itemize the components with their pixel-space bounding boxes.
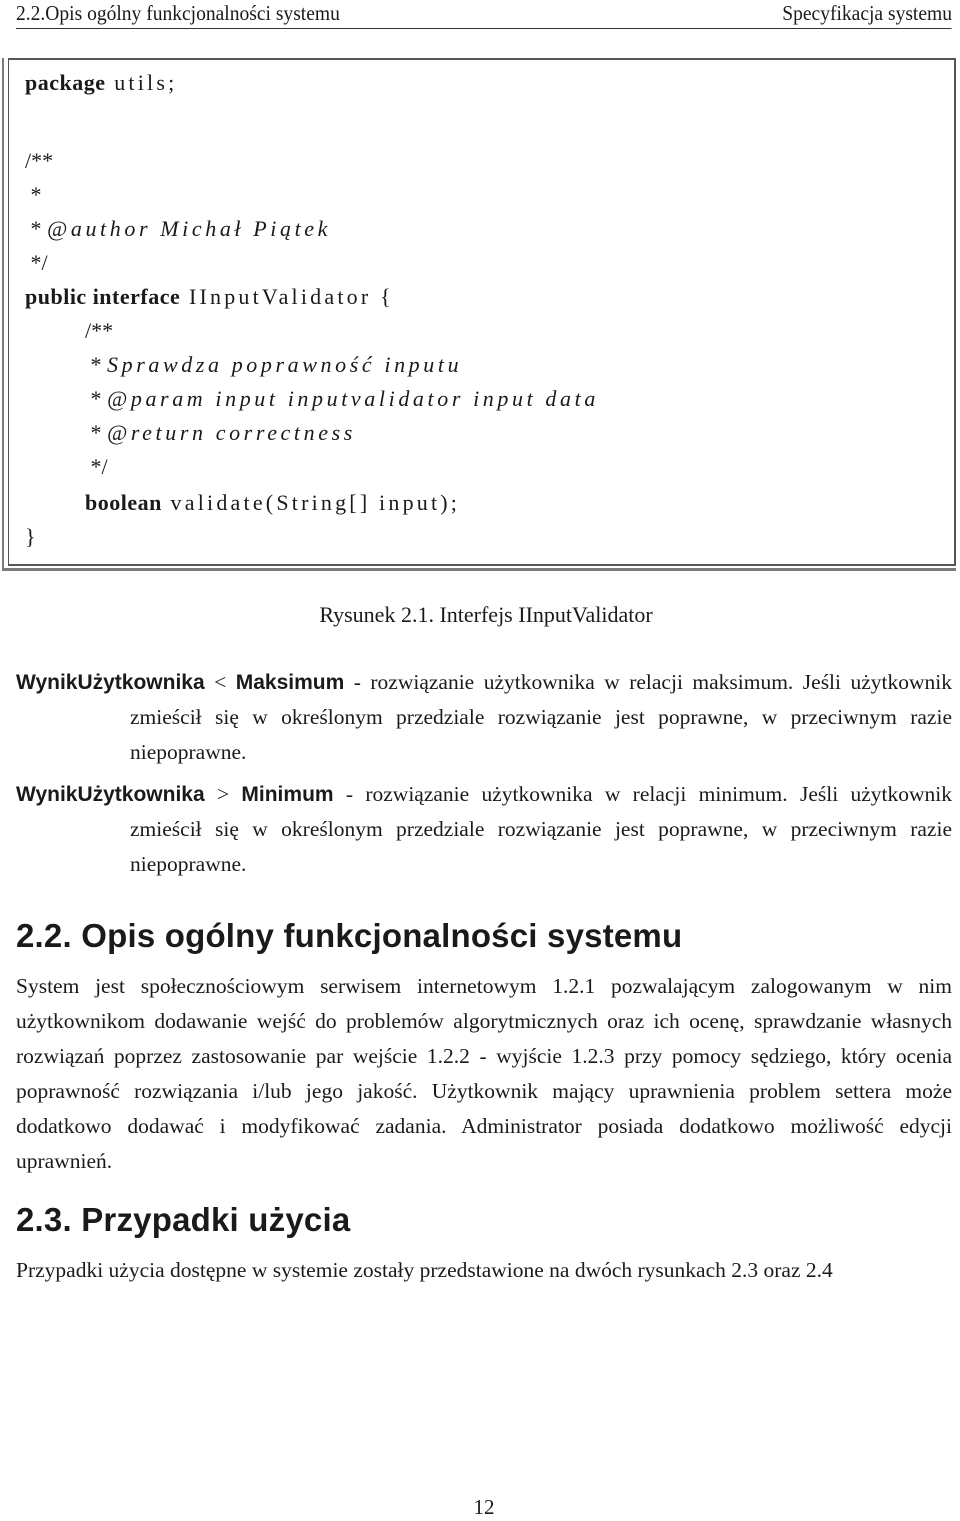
code-line: * @author Michał Piątek: [25, 216, 332, 241]
definition-term-right: Minimum: [241, 783, 334, 806]
code-listing: package utils; /** * * @author Michał Pi…: [8, 58, 956, 566]
running-header: 2.2.Opis ogólny funkcjonalności systemu …: [16, 0, 952, 29]
code-line: * @return correctness: [85, 420, 356, 445]
section-body-2-3: Przypadki użycia dostępne w systemie zos…: [16, 1258, 833, 1282]
code-line: /**: [85, 318, 114, 343]
section-body-2-2: System jest społecznościowym serwisem in…: [16, 974, 952, 1173]
definition-term-left: WynikUżytkownika: [16, 783, 205, 806]
code-line: package utils;: [25, 70, 178, 95]
code-line: }: [25, 524, 36, 549]
code-line: public interface IInputValidator {: [25, 284, 394, 309]
definition-operator: <: [204, 670, 236, 694]
definition-term-right: Maksimum: [235, 671, 345, 694]
definition-minimum: WynikUżytkownika > Minimum - rozwiązanie…: [16, 777, 952, 882]
code-line: * @param input inputvalidator input data: [85, 386, 599, 411]
header-chapter-title: Specyfikacja systemu: [782, 1, 952, 25]
header-section-title: 2.2.Opis ogólny funkcjonalności systemu: [16, 1, 340, 25]
section-heading-2-3: 2.3. Przypadki użycia: [16, 1200, 350, 1240]
section-heading-2-2: 2.2. Opis ogólny funkcjonalności systemu: [16, 916, 682, 956]
code-line: */: [25, 250, 48, 275]
section-title: Przypadki użycia: [81, 1201, 351, 1238]
definition-maximum: WynikUżytkownika < Maksimum - rozwiązani…: [16, 665, 952, 770]
code-line: * Sprawdza poprawność inputu: [85, 352, 463, 377]
code-line: */: [85, 454, 108, 479]
figure-caption: Rysunek 2.1. Interfejs IInputValidator: [319, 602, 653, 627]
code-line: *: [25, 182, 42, 207]
definition-operator: >: [204, 782, 242, 806]
definition-term-left: WynikUżytkownika: [16, 671, 205, 694]
code-line: boolean validate(String[] input);: [85, 490, 461, 515]
section-number: 2.3.: [16, 1201, 72, 1238]
section-title: Opis ogólny funkcjonalności systemu: [81, 917, 683, 954]
section-number: 2.2.: [16, 917, 72, 954]
page-number: 12: [473, 1495, 495, 1519]
code-line: /**: [25, 148, 54, 173]
